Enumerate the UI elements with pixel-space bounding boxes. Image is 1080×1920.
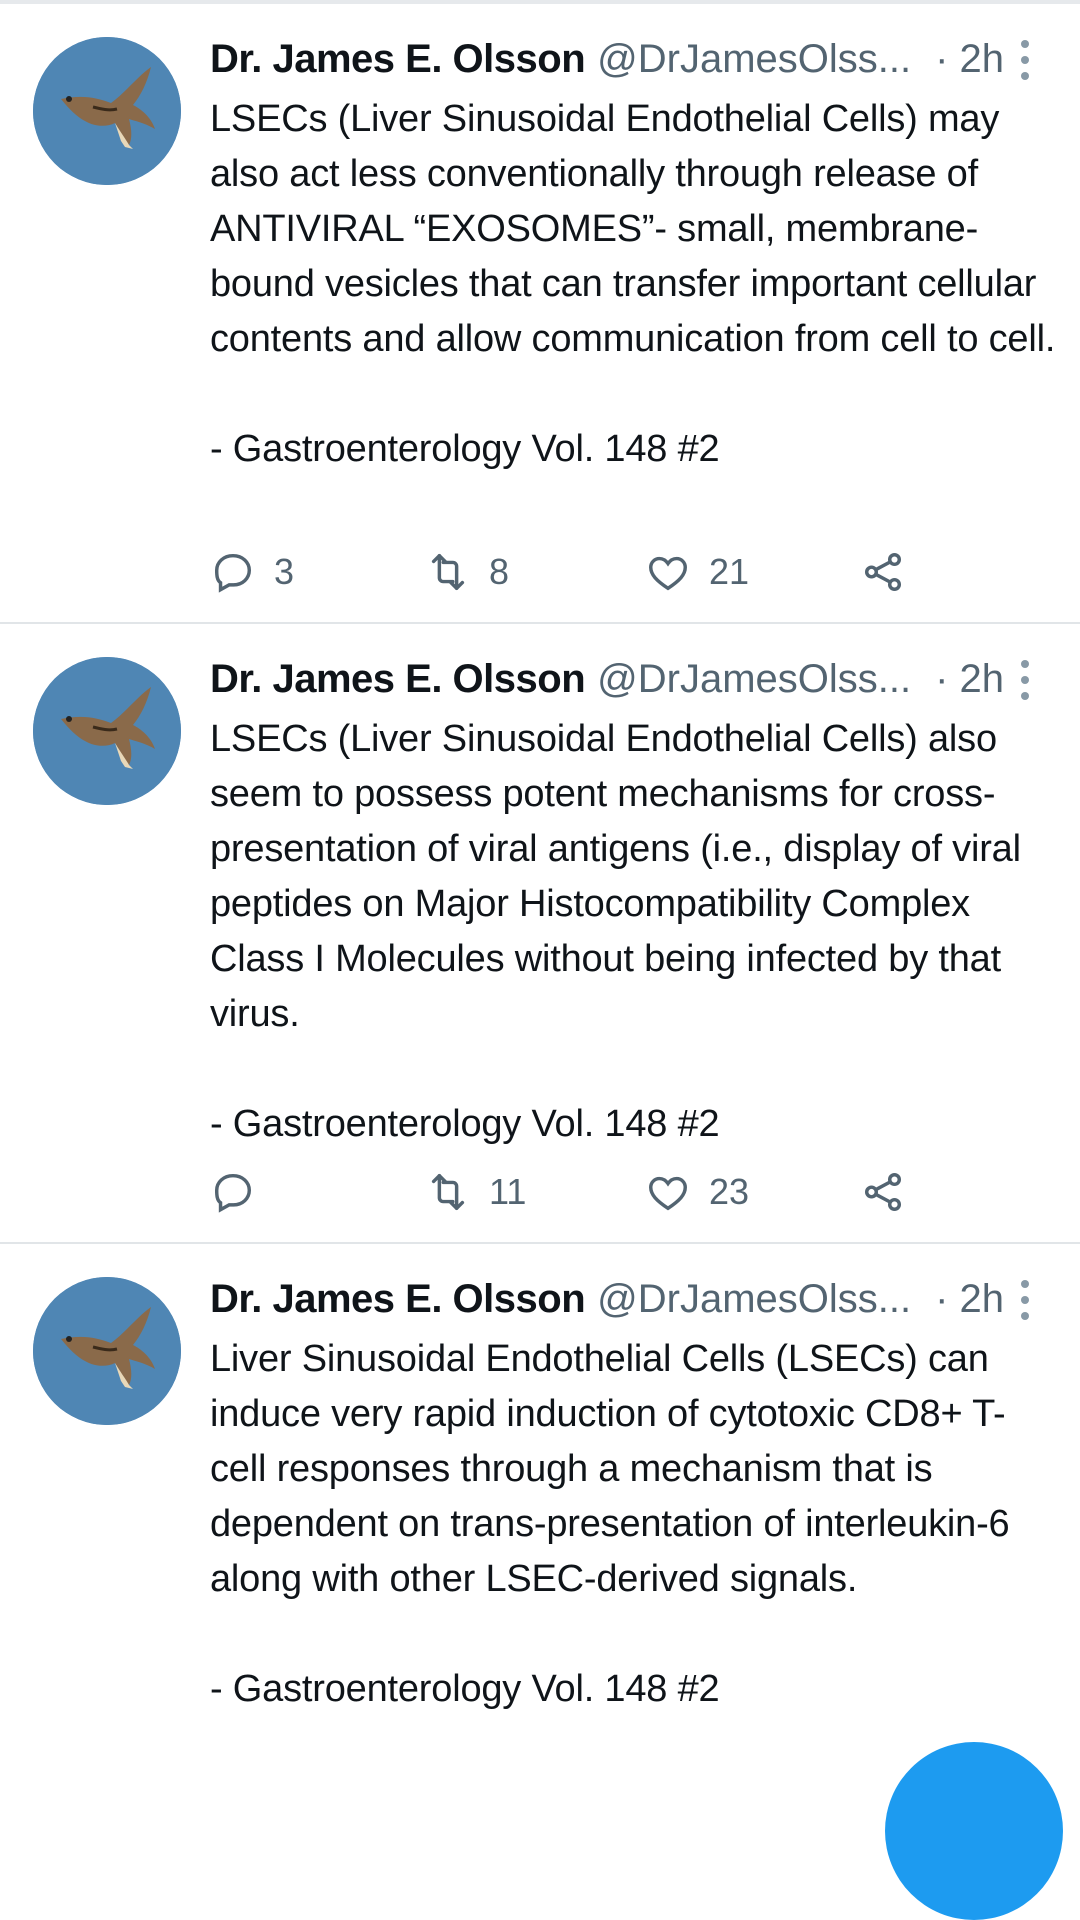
more-vertical-icon[interactable] xyxy=(1018,40,1032,80)
share-button[interactable] xyxy=(860,542,906,602)
more-vertical-icon[interactable] xyxy=(1018,1280,1032,1320)
tweet-actions: 3 8 21 xyxy=(210,542,930,602)
reply-icon xyxy=(214,553,252,593)
tweet-header: Dr. James E. Olsson @DrJamesOlss... · 2h xyxy=(210,646,1060,712)
tweet-time[interactable]: · 2h xyxy=(935,1277,1004,1322)
compose-fab[interactable] xyxy=(885,1742,1063,1920)
retweet-button[interactable]: 8 xyxy=(425,542,509,602)
retweet-count: 11 xyxy=(489,1171,527,1212)
tweet[interactable]: Dr. James E. Olsson @DrJamesOlss... · 2h… xyxy=(0,4,1080,624)
like-count: 21 xyxy=(709,551,750,592)
tweet-time[interactable]: · 2h xyxy=(935,37,1004,82)
author-handle[interactable]: @DrJamesOlss... xyxy=(597,37,911,82)
reply-button[interactable] xyxy=(210,1162,274,1222)
tweet-text: LSECs (Liver Sinusoidal Endothelial Cell… xyxy=(210,718,1021,1035)
reply-count: 3 xyxy=(274,551,295,592)
reply-button[interactable]: 3 xyxy=(210,542,294,602)
share-icon xyxy=(864,553,902,591)
retweet-icon xyxy=(431,1173,465,1211)
share-button[interactable] xyxy=(860,1162,906,1222)
hawk-avatar-icon[interactable] xyxy=(33,657,181,805)
tweet-header: Dr. James E. Olsson @DrJamesOlss... · 2h xyxy=(210,26,1060,92)
tweet-header: Dr. James E. Olsson @DrJamesOlss... · 2h xyxy=(210,1266,1060,1332)
like-button[interactable]: 21 xyxy=(645,542,749,602)
more-vertical-icon[interactable] xyxy=(1018,660,1032,700)
tweet-text: Liver Sinusoidal Endothelial Cells (LSEC… xyxy=(210,1338,1010,1600)
tweet-feed[interactable]: Dr. James E. Olsson @DrJamesOlss... · 2h… xyxy=(0,4,1080,1884)
tweet-citation: - Gastroenterology Vol. 148 #2 xyxy=(210,1103,720,1145)
author-handle[interactable]: @DrJamesOlss... xyxy=(597,657,911,702)
hawk-avatar-icon[interactable] xyxy=(33,37,181,185)
tweet-citation: - Gastroenterology Vol. 148 #2 xyxy=(210,428,720,470)
heart-icon xyxy=(649,556,687,591)
tweet-body: Liver Sinusoidal Endothelial Cells (LSEC… xyxy=(210,1332,1060,1717)
author-name[interactable]: Dr. James E. Olsson xyxy=(210,657,586,702)
tweet-text: LSECs (Liver Sinusoidal Endothelial Cell… xyxy=(210,98,1056,360)
retweet-button[interactable]: 11 xyxy=(425,1162,526,1222)
tweet-citation: - Gastroenterology Vol. 148 #2 xyxy=(210,1668,720,1710)
author-name[interactable]: Dr. James E. Olsson xyxy=(210,1277,586,1322)
tweet-actions: 11 23 xyxy=(210,1162,930,1222)
tweet-body: LSECs (Liver Sinusoidal Endothelial Cell… xyxy=(210,712,1060,1152)
like-count: 23 xyxy=(709,1171,750,1212)
tweet-time[interactable]: · 2h xyxy=(935,657,1004,702)
retweet-count: 8 xyxy=(489,551,510,592)
tweet[interactable]: Dr. James E. Olsson @DrJamesOlss... · 2h… xyxy=(0,624,1080,1244)
like-button[interactable]: 23 xyxy=(645,1162,749,1222)
author-handle[interactable]: @DrJamesOlss... xyxy=(597,1277,911,1322)
heart-icon xyxy=(649,1176,687,1211)
tweet-body: LSECs (Liver Sinusoidal Endothelial Cell… xyxy=(210,92,1060,477)
share-icon xyxy=(864,1173,902,1211)
hawk-avatar-icon[interactable] xyxy=(33,1277,181,1425)
reply-icon xyxy=(214,1173,252,1213)
retweet-icon xyxy=(431,553,465,591)
author-name[interactable]: Dr. James E. Olsson xyxy=(210,37,586,82)
